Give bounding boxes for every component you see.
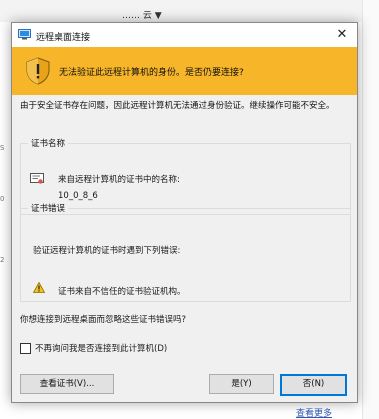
no-button[interactable]: 否(N) xyxy=(280,374,347,396)
close-button[interactable]: ✕ xyxy=(327,23,357,47)
background-scroll-strip xyxy=(362,0,379,419)
certificate-name-group: 证书名称 来自远程计算机的证书中的名称: 10_0_8_6 xyxy=(20,137,351,215)
certificate-error-label: 验证远程计算机的证书时遇到下列错误: xyxy=(33,246,181,256)
group-legend: 证书名称 xyxy=(28,137,69,149)
banner-message: 无法验证此远程计算机的身份。是否仍要连接? xyxy=(59,68,244,78)
certificate-error-group: 证书错误 验证远程计算机的证书时遇到下列错误: 证书来自不信任的证书验证机构。 xyxy=(20,202,351,302)
question-text: 你想连接到远程桌面而忽略这些证书错误吗? xyxy=(20,315,187,325)
group-legend: 证书错误 xyxy=(28,202,69,214)
background-more-link[interactable]: 查看更多 xyxy=(296,406,332,419)
warning-banner: 无法验证此远程计算机的身份。是否仍要连接? xyxy=(12,47,357,95)
certificate-name-value: 10_0_8_6 xyxy=(58,191,98,201)
background-header-text: …… 云 ▼ xyxy=(122,11,162,21)
certificate-error-message: 证书来自不信任的证书验证机构。 xyxy=(58,287,186,297)
background-left-mark: 2 xyxy=(0,256,5,264)
dont-ask-again-label[interactable]: 不再询问我是否连接到此计算机(D) xyxy=(35,342,167,354)
dialog-titlebar[interactable]: 远程桌面连接 ✕ xyxy=(12,23,357,47)
warning-icon xyxy=(33,282,45,293)
yes-button[interactable]: 是(Y) xyxy=(209,374,274,394)
rdp-security-dialog: 远程桌面连接 ✕ 无法验证此远程计算机的身份。是否仍要连接? 由于安全证书存在问… xyxy=(11,22,358,403)
warning-shield-icon xyxy=(26,57,50,85)
intro-text: 由于安全证书存在问题，因此远程计算机无法通过身份验证。继续操作可能不安全。 xyxy=(20,101,335,111)
certificate-icon xyxy=(30,173,44,184)
background-left-mark: 0 xyxy=(0,195,5,203)
dont-ask-again-checkbox[interactable] xyxy=(20,343,31,354)
background-left-mark: S xyxy=(0,144,5,152)
view-certificate-button[interactable]: 查看证书(V)... xyxy=(20,374,114,394)
background-window-header: …… 云 ▼ xyxy=(0,0,379,22)
dialog-title: 远程桌面连接 xyxy=(36,33,91,43)
certificate-name-label: 来自远程计算机的证书中的名称: xyxy=(58,175,180,185)
remote-desktop-icon xyxy=(18,29,31,40)
